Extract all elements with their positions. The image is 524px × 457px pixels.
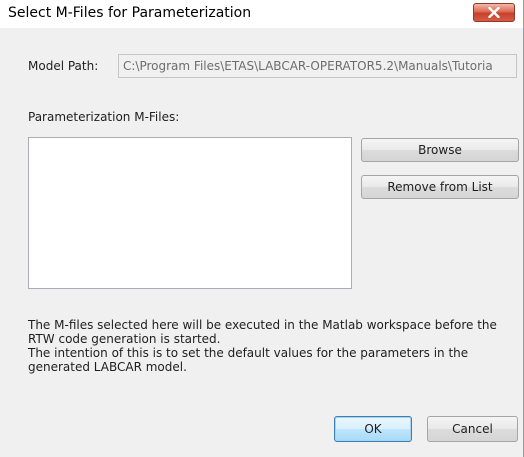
description-line-4: generated LABCAR model. — [28, 360, 187, 374]
description-line-2: RTW code generation is started. — [28, 332, 221, 346]
model-path-field[interactable]: C:\Program Files\ETAS\LABCAR-OPERATOR5.2… — [118, 54, 517, 78]
description-line-1: The M-files selected here will be execut… — [28, 318, 497, 332]
dialog-content: Model Path: C:\Program Files\ETAS\LABCAR… — [0, 28, 523, 457]
browse-button[interactable]: Browse — [361, 138, 519, 162]
title-bar[interactable]: Select M-Files for Parameterization — [0, 0, 523, 28]
description-text: The M-files selected here will be execut… — [28, 318, 518, 374]
remove-from-list-button[interactable]: Remove from List — [361, 175, 519, 199]
window-title: Select M-Files for Parameterization — [8, 5, 252, 21]
cancel-button[interactable]: Cancel — [427, 416, 518, 442]
select-m-files-dialog: Select M-Files for Parameterization Mode… — [0, 0, 524, 457]
model-path-label: Model Path: — [28, 59, 99, 73]
ok-button[interactable]: OK — [334, 416, 412, 442]
m-files-list[interactable] — [28, 137, 352, 289]
description-line-3: The intention of this is to set the defa… — [28, 346, 469, 360]
parameterization-label: Parameterization M-Files: — [28, 110, 180, 124]
close-button[interactable] — [473, 3, 515, 22]
close-icon — [488, 7, 500, 18]
